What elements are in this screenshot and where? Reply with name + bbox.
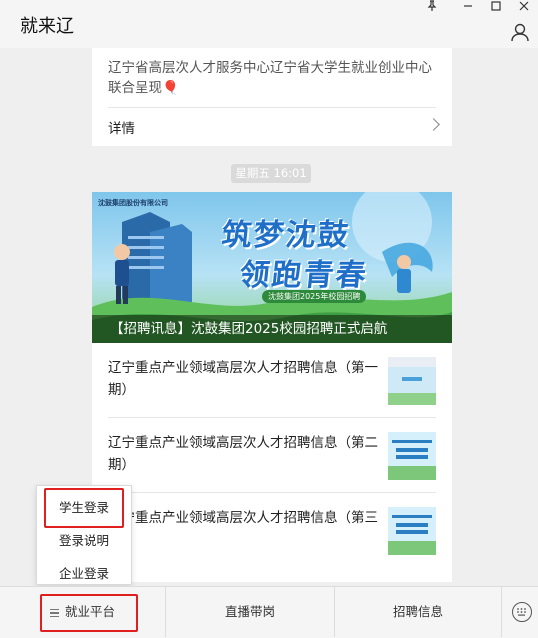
tab-live-recruiting[interactable]: 直播带岗 — [166, 587, 334, 637]
highlight-box — [40, 594, 138, 632]
tab-job-info[interactable]: 招聘信息 — [335, 587, 501, 637]
divider — [108, 107, 436, 108]
article-title: 辽宁重点产业领域高层次人才招聘信息（第三期） — [108, 510, 378, 548]
article-card: 沈鼓集团股份有限公司 筑梦沈鼓 领跑青春 沈鼓集团2025年校园招聘 【招聘讯息… — [92, 192, 452, 582]
article-list-item[interactable]: 辽宁重点产业领域高层次人才招聘信息（第二期） — [92, 418, 452, 493]
timestamp: 星期五 16:01 — [231, 164, 311, 183]
chevron-right-icon — [427, 118, 440, 131]
close-icon[interactable] — [512, 0, 536, 16]
menu-item-company-login[interactable]: 企业登录 — [37, 563, 131, 582]
pin-icon[interactable] — [420, 0, 444, 16]
article-thumbnail — [388, 507, 436, 555]
title-bar: 就来辽 — [0, 0, 538, 48]
banner-title-line1: 筑梦沈鼓 — [219, 218, 352, 253]
article-title: 辽宁重点产业领域高层次人才招聘信息（第二期） — [108, 435, 378, 473]
app-title: 就来辽 — [20, 16, 74, 37]
banner-brand: 沈鼓集团股份有限公司 — [98, 199, 168, 207]
minimize-icon[interactable] — [456, 0, 480, 16]
maximize-icon[interactable] — [484, 0, 508, 16]
highlight-box — [44, 488, 124, 528]
article-thumbnail — [388, 432, 436, 480]
menu-item-login-help[interactable]: 登录说明 — [37, 530, 131, 549]
banner-subtitle: 沈鼓集团2025年校园招聘 — [262, 290, 367, 303]
keyboard-icon[interactable] — [512, 602, 532, 622]
divider — [501, 587, 502, 637]
details-link[interactable]: 详情 — [108, 117, 135, 137]
article-banner[interactable]: 沈鼓集团股份有限公司 筑梦沈鼓 领跑青春 沈鼓集团2025年校园招聘 【招聘讯息… — [92, 192, 452, 343]
banner-title-line2: 领跑青春 — [237, 258, 370, 293]
article-thumbnail — [388, 357, 436, 405]
article-list-item[interactable]: 辽宁重点产业领域高层次人才招聘信息（第一期） — [92, 343, 452, 418]
article-list-item[interactable]: 辽宁重点产业领域高层次人才招聘信息（第三期） — [92, 493, 452, 568]
article-title: 辽宁重点产业领域高层次人才招聘信息（第一期） — [108, 360, 378, 398]
message-card: 辽宁省高层次人才服务中心辽宁省大学生就业创业中心联合呈现🎈 详情 — [92, 48, 452, 146]
banner-caption: 【招聘讯息】沈鼓集团2025校园招聘正式启航 — [92, 315, 452, 343]
profile-icon[interactable] — [510, 22, 530, 42]
message-text: 辽宁省高层次人才服务中心辽宁省大学生就业创业中心联合呈现🎈 — [108, 60, 432, 96]
